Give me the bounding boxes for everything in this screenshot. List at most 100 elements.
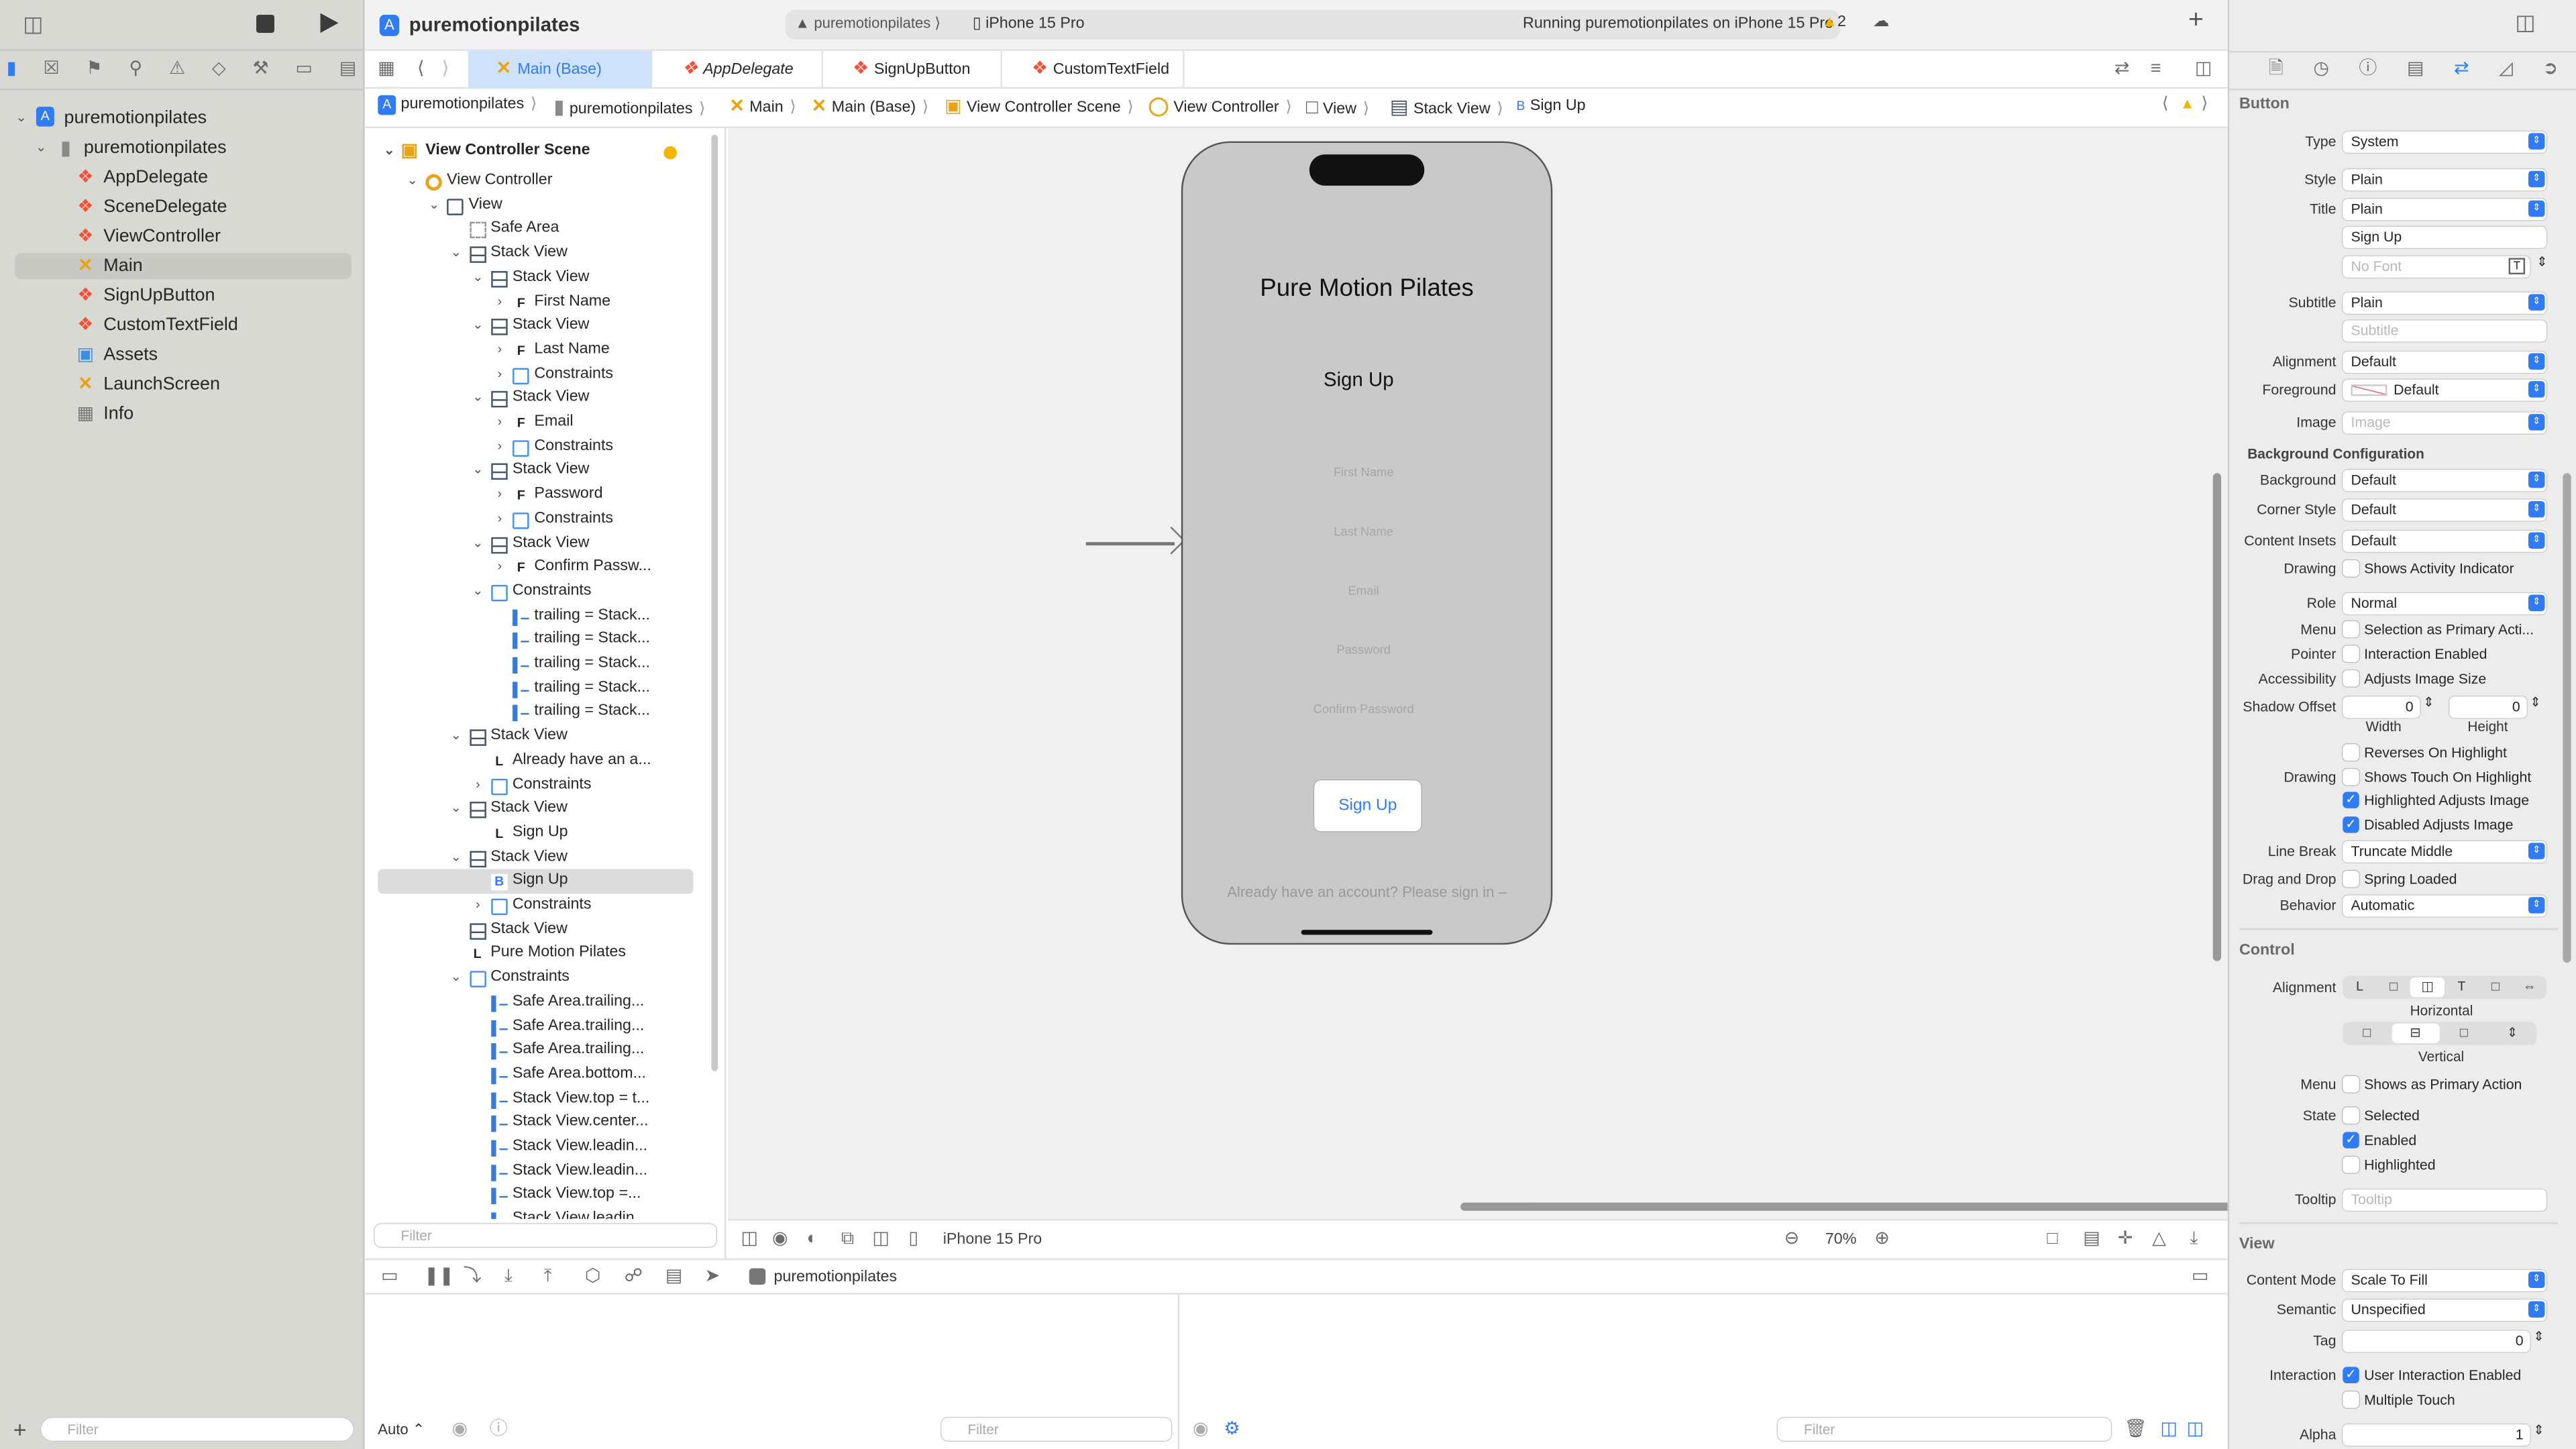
file-item[interactable]: ❖ SignUpButton — [15, 282, 352, 309]
step-into-icon[interactable]: ⤓ — [504, 1265, 513, 1288]
checkbox[interactable] — [2343, 670, 2359, 687]
iphone-scene[interactable]: Pure Motion Pilates Sign Up First Name La… — [1181, 141, 1553, 945]
device-icon[interactable]: ▯ — [908, 1227, 918, 1250]
outline-item[interactable]: ⌄ Constraints — [365, 580, 727, 604]
align-icon[interactable]: ▤ — [2083, 1227, 2100, 1250]
checkbox[interactable] — [2343, 560, 2359, 577]
stepper-icon[interactable]: ⇕ — [2533, 1329, 2544, 1344]
resolve-issues-icon[interactable]: △ — [2152, 1227, 2166, 1250]
breadcrumb-item[interactable]: ✕ Main ⟩ — [729, 95, 796, 118]
outline-item[interactable]: ⌄ Stack View — [365, 845, 727, 869]
file-item[interactable]: ✕ LaunchScreen — [15, 371, 352, 397]
chevron-down-icon[interactable]: ⌄ — [470, 386, 486, 411]
number-field[interactable]: 0 — [2449, 696, 2527, 717]
storyboard-canvas[interactable]: Pure Motion Pilates Sign Up First Name La… — [727, 128, 2228, 1220]
canvas-vertical-scrollbar[interactable] — [2212, 473, 2222, 961]
environment-overrides-icon[interactable]: ▤ — [665, 1265, 682, 1288]
stepper-icon[interactable]: ⇕ — [2533, 1423, 2544, 1438]
file-item[interactable]: ❖ AppDelegate — [15, 164, 352, 191]
outline-item[interactable]: ⌄ Constraints — [365, 966, 727, 990]
add-constraints-icon[interactable]: ✛ — [2118, 1227, 2133, 1250]
popup-button[interactable]: Default ⇕ — [2343, 529, 2546, 551]
font-picker-icon[interactable]: T — [2508, 257, 2526, 274]
outline-item[interactable]: › F First Name — [365, 290, 727, 314]
alignment-segmented-control[interactable]: L □ ◫ T □ ⇔ — [2343, 975, 2546, 999]
editor-tab[interactable]: ❖ AppDelegate — [654, 50, 823, 89]
sidebar-toggle-icon[interactable]: ◫ — [23, 12, 43, 36]
memory-graph-icon[interactable]: ☍ — [625, 1265, 643, 1288]
chevron-right-icon[interactable]: › — [492, 507, 508, 531]
process-name[interactable]: puremotionpilates — [773, 1269, 897, 1287]
checkbox[interactable]: ✓ — [2343, 816, 2359, 833]
view-debugger-icon[interactable]: ⬡ — [585, 1265, 601, 1288]
outline-item[interactable]: L Already have an a... — [365, 749, 727, 773]
chevron-right-icon[interactable]: › — [492, 362, 508, 386]
placeholder-field[interactable]: Subtitle — [2343, 319, 2546, 341]
editor-options-icon[interactable]: ≡ — [2151, 58, 2161, 80]
outline-item[interactable]: trailing = Stack... — [365, 604, 727, 628]
outline-filter-input[interactable]: Filter — [374, 1224, 716, 1247]
chevron-down-icon[interactable]: ⌄ — [448, 724, 464, 749]
zoom-level[interactable]: 70% — [1825, 1230, 1857, 1248]
zoom-out-icon[interactable]: ⊖ — [1784, 1227, 1800, 1250]
stepper-icon[interactable]: ⇕ — [2536, 255, 2547, 270]
checkbox[interactable] — [2343, 1391, 2359, 1408]
popup-button[interactable]: Default ⇕ — [2343, 350, 2546, 372]
chevron-right-icon[interactable]: › — [470, 773, 486, 797]
alignment-option-icon[interactable]: ◫ — [2410, 977, 2445, 998]
console-options-icon[interactable]: ⚙ — [1224, 1417, 1240, 1440]
file-item[interactable]: ⌄ Apuremotionpilates — [15, 105, 352, 131]
alignment-option-icon[interactable]: □ — [2440, 1024, 2488, 1043]
scheme-selector[interactable]: ▲ puremotionpilates ⟩ — [795, 15, 941, 33]
popup-button[interactable]: Automatic ⇕ — [2343, 894, 2546, 916]
breadcrumb-item[interactable]: Apuremotionpilates ⟩ — [378, 95, 537, 115]
outline-item[interactable]: Stack View.leadin... — [365, 1208, 727, 1220]
popup-button[interactable]: System ⇕ — [2343, 130, 2546, 152]
step-over-icon[interactable]: ⤵ — [464, 1265, 482, 1288]
chevron-right-icon[interactable]: › — [492, 555, 508, 580]
source-control-icon[interactable]: ☒ — [43, 58, 59, 84]
debug-icon[interactable]: ⚒ — [252, 58, 268, 84]
toggle-console-icon[interactable]: ▭ — [2192, 1265, 2208, 1288]
alignment-option-icon[interactable]: ⇕ — [2488, 1024, 2536, 1043]
popup-button[interactable]: Scale To Fill ⇕ — [2343, 1269, 2546, 1291]
checkbox[interactable] — [2343, 769, 2359, 786]
variables-mode-selector[interactable]: Auto ⌃ — [378, 1421, 425, 1439]
file-item[interactable]: ❖ ViewController — [15, 223, 352, 250]
issue-icon[interactable]: ⚠ — [169, 58, 185, 84]
outline-item[interactable]: ⌄ Stack View — [365, 266, 727, 290]
outline-scrollbar[interactable] — [711, 134, 718, 1071]
stepper-icon[interactable]: ⇕ — [2423, 695, 2434, 710]
outline-item[interactable]: › F Email — [365, 411, 727, 435]
chevron-down-icon[interactable]: ⌄ — [13, 105, 30, 131]
add-library-icon[interactable]: + — [2188, 7, 2204, 36]
console-filter-input[interactable]: Filter — [1777, 1417, 2111, 1441]
popup-button[interactable]: Normal ⇕ — [2343, 592, 2546, 614]
forward-icon[interactable]: ⟩ — [442, 58, 449, 80]
outline-item[interactable]: ⌄ Stack View — [365, 241, 727, 266]
inspector-scrollbar[interactable] — [2563, 473, 2571, 963]
stop-icon[interactable] — [256, 15, 274, 33]
outline-item[interactable]: › Constraints — [365, 362, 727, 386]
text-field[interactable]: Last Name — [1334, 524, 1393, 539]
outline-item[interactable]: L Sign Up — [365, 821, 727, 845]
previous-issue-icon[interactable]: ⟨ — [2162, 95, 2169, 113]
checkbox[interactable] — [2343, 1107, 2359, 1124]
zoom-in-icon[interactable]: ⊕ — [1874, 1227, 1890, 1250]
chevron-down-icon[interactable]: ⌄ — [448, 797, 464, 821]
editor-tab[interactable]: ✕ Main (Base) — [468, 50, 653, 89]
outline-item[interactable]: ⌄ Stack View — [365, 386, 727, 411]
chevron-down-icon[interactable]: ⌄ — [404, 169, 420, 193]
chevron-down-icon[interactable]: ⌄ — [33, 135, 49, 161]
breadcrumb-item[interactable]: ✕ Main (Base) ⟩ — [812, 95, 928, 118]
checkbox[interactable]: ✓ — [2343, 792, 2359, 808]
outline-item[interactable]: › F Last Name — [365, 338, 727, 362]
alignment-option-icon[interactable]: T — [2445, 977, 2479, 997]
popup-button[interactable]: Default ⇕ — [2343, 378, 2546, 400]
alignment-option-icon[interactable]: □ — [2343, 1024, 2391, 1043]
chevron-down-icon[interactable]: ⌄ — [381, 140, 397, 164]
chevron-down-icon[interactable]: ⌄ — [448, 845, 464, 869]
chevron-down-icon[interactable]: ⌄ — [426, 193, 442, 217]
chevron-down-icon[interactable]: ⌄ — [470, 531, 486, 555]
outline-item[interactable]: ⌄ Stack View — [365, 314, 727, 338]
